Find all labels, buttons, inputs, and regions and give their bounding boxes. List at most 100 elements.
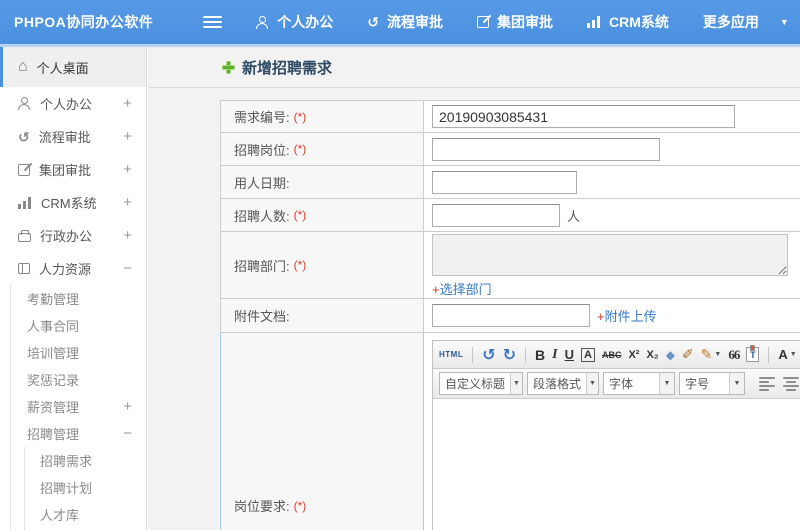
field-value-cell [424, 133, 800, 165]
form-row: 招聘岗位: (*) [220, 133, 800, 166]
expand-toggle[interactable]: + [123, 161, 132, 178]
recruit-count-input[interactable] [432, 203, 560, 227]
person-icon [18, 97, 31, 110]
nav-item-workflow-approval[interactable]: ↺ 流程审批 [367, 12, 443, 32]
sidebar-item-talent-pool[interactable]: 人才库 [0, 501, 146, 528]
sidebar-item-label: 考勤管理 [27, 292, 80, 307]
sidebar-item-reward-punishment[interactable]: 奖惩记录 [0, 366, 146, 393]
nav-item-label: CRM系统 [609, 14, 669, 30]
blockquote-button[interactable]: 66 [728, 347, 740, 363]
indent-guide [24, 447, 25, 530]
expand-toggle[interactable]: + [123, 227, 132, 244]
form-row: 需求编号: (*) [220, 101, 800, 133]
recruit-post-input[interactable] [432, 137, 660, 161]
paste-button[interactable]: T [746, 345, 760, 362]
required-marker: (*) [293, 142, 307, 156]
process-icon: ↺ [367, 14, 380, 30]
chevron-down-icon: ▼ [729, 373, 744, 394]
sidebar-item-admin-office[interactable]: 行政办公 + [0, 219, 146, 252]
sidebar-item-attendance-mgmt[interactable]: 考勤管理 [0, 285, 146, 312]
editor-toolbar-1: HTML ↺ ↻ B I U A ABC X² X₂ ◆ ✐ ✎ ▼ 66 T … [433, 341, 800, 369]
attachment-upload-link[interactable]: +附件上传 [597, 306, 657, 325]
sidebar-item-label: CRM系统 [41, 196, 97, 211]
nav-item-label: 流程审批 [387, 14, 444, 30]
bold-button[interactable]: B [535, 347, 545, 363]
redo-button[interactable]: ↻ [503, 345, 516, 365]
sidebar-item-recruit-demand[interactable]: 招聘需求 [0, 447, 146, 474]
nav-item-label: 个人办公 [277, 14, 334, 30]
rich-text-editor: HTML ↺ ↻ B I U A ABC X² X₂ ◆ ✐ ✎ ▼ 66 T … [432, 340, 800, 530]
person-icon [256, 15, 269, 29]
attachment-input[interactable] [432, 304, 590, 327]
sidebar-item-workflow-approval[interactable]: ↺ 流程审批 + [0, 120, 146, 153]
field-label-attachment: 附件文档: [221, 299, 424, 332]
select-value: 段落格式 [533, 377, 582, 391]
hamburger-icon[interactable] [203, 16, 223, 28]
pen-color-button[interactable]: ✎ ▼ [701, 346, 722, 363]
expand-toggle[interactable]: + [123, 95, 132, 112]
align-center-button[interactable] [783, 376, 799, 391]
paragraph-format-select[interactable]: 段落格式 ▼ [527, 372, 599, 395]
custom-title-select[interactable]: 自定义标题 ▼ [439, 372, 523, 395]
bar-chart-icon [18, 196, 32, 209]
select-department-link[interactable]: +选择部门 [432, 279, 492, 298]
subscript-button[interactable]: X₂ [646, 349, 658, 361]
sidebar-item-recruit-mgmt[interactable]: 招聘管理 − [0, 420, 146, 447]
editor-toolbar-2: 自定义标题 ▼ 段落格式 ▼ 字体 ▼ 字号 ▼ [433, 369, 800, 399]
nav-item-more-apps[interactable]: 更多应用 ▼ [703, 12, 789, 32]
chevron-down-icon: ▼ [714, 351, 722, 358]
form-row: 招聘人数: (*) 人 [220, 199, 800, 232]
undo-button[interactable]: ↺ [482, 345, 495, 365]
plus-icon: + [597, 309, 605, 324]
format-painter-button[interactable]: ✐ [682, 346, 694, 363]
sidebar-item-human-resources[interactable]: 人力资源 − [0, 252, 146, 285]
field-value-cell [424, 166, 800, 198]
form-row: 岗位要求: (*) HTML ↺ ↻ B I U A ABC X² X₂ ◆ ✐… [220, 333, 800, 530]
demand-no-input[interactable] [432, 105, 735, 128]
italic-button[interactable]: I [552, 347, 557, 363]
strikethrough-button[interactable]: ABC [602, 350, 622, 360]
app-logo[interactable]: PHPOA协同办公软件 [14, 12, 153, 32]
recruit-dept-textarea[interactable] [432, 234, 788, 276]
sidebar-item-group-approval[interactable]: 集团审批 + [0, 153, 146, 186]
sidebar-item-training-mgmt[interactable]: 培训管理 [0, 339, 146, 366]
field-value-cell: +选择部门 [424, 232, 800, 298]
expand-toggle[interactable]: + [123, 194, 132, 211]
sidebar-item-recruit-plan[interactable]: 招聘计划 [0, 474, 146, 501]
sidebar-item-personal-desktop[interactable]: ⌂ 个人桌面 [0, 47, 146, 87]
content-header: 新增招聘需求 [148, 47, 800, 88]
chevron-down-icon: ▼ [510, 373, 522, 394]
font-family-select[interactable]: 字体 ▼ [603, 372, 675, 395]
sidebar-item-label: 人才库 [40, 508, 80, 523]
sidebar-item-label: 流程审批 [38, 130, 91, 145]
nav-item-group-approval[interactable]: 集团审批 [477, 12, 553, 32]
nav-item-crm-system[interactable]: CRM系统 [587, 12, 669, 32]
sidebar-item-salary-mgmt[interactable]: 薪资管理 + [0, 393, 146, 420]
autotypeset-button[interactable]: A [581, 347, 595, 362]
font-color-button[interactable]: A ▼ [778, 347, 796, 362]
sidebar-item-personal-office[interactable]: 个人办公 + [0, 87, 146, 120]
expand-toggle[interactable]: + [123, 398, 132, 415]
editor-content[interactable] [433, 399, 800, 530]
nav-item-personal-office[interactable]: 个人办公 [256, 12, 333, 32]
superscript-button[interactable]: X² [628, 349, 639, 361]
unit-suffix: 人 [567, 208, 581, 224]
expand-toggle[interactable]: + [123, 128, 132, 145]
html-source-button[interactable]: HTML [439, 350, 463, 359]
field-value-cell: +附件上传 [424, 299, 800, 332]
required-marker: (*) [293, 498, 307, 513]
eraser-button[interactable]: ◆ [666, 348, 675, 362]
align-left-button[interactable] [759, 376, 775, 391]
sidebar-item-crm-system[interactable]: CRM系统 + [0, 186, 146, 219]
sidebar-item-label: 人事合同 [27, 319, 80, 334]
font-size-select[interactable]: 字号 ▼ [679, 372, 745, 395]
sidebar-item-label: 行政办公 [40, 229, 93, 244]
chevron-down-icon: ▼ [779, 17, 789, 27]
sidebar-item-personnel-contract[interactable]: 人事合同 [0, 312, 146, 339]
underline-button[interactable]: U [565, 347, 574, 362]
expand-toggle[interactable]: − [123, 425, 132, 442]
hire-date-input[interactable] [432, 170, 577, 194]
expand-toggle[interactable]: − [123, 260, 132, 277]
label-text: 招聘岗位: [234, 142, 290, 158]
recruitment-form-table: 需求编号: (*) 招聘岗位: (*) 用人日期: [220, 100, 800, 530]
